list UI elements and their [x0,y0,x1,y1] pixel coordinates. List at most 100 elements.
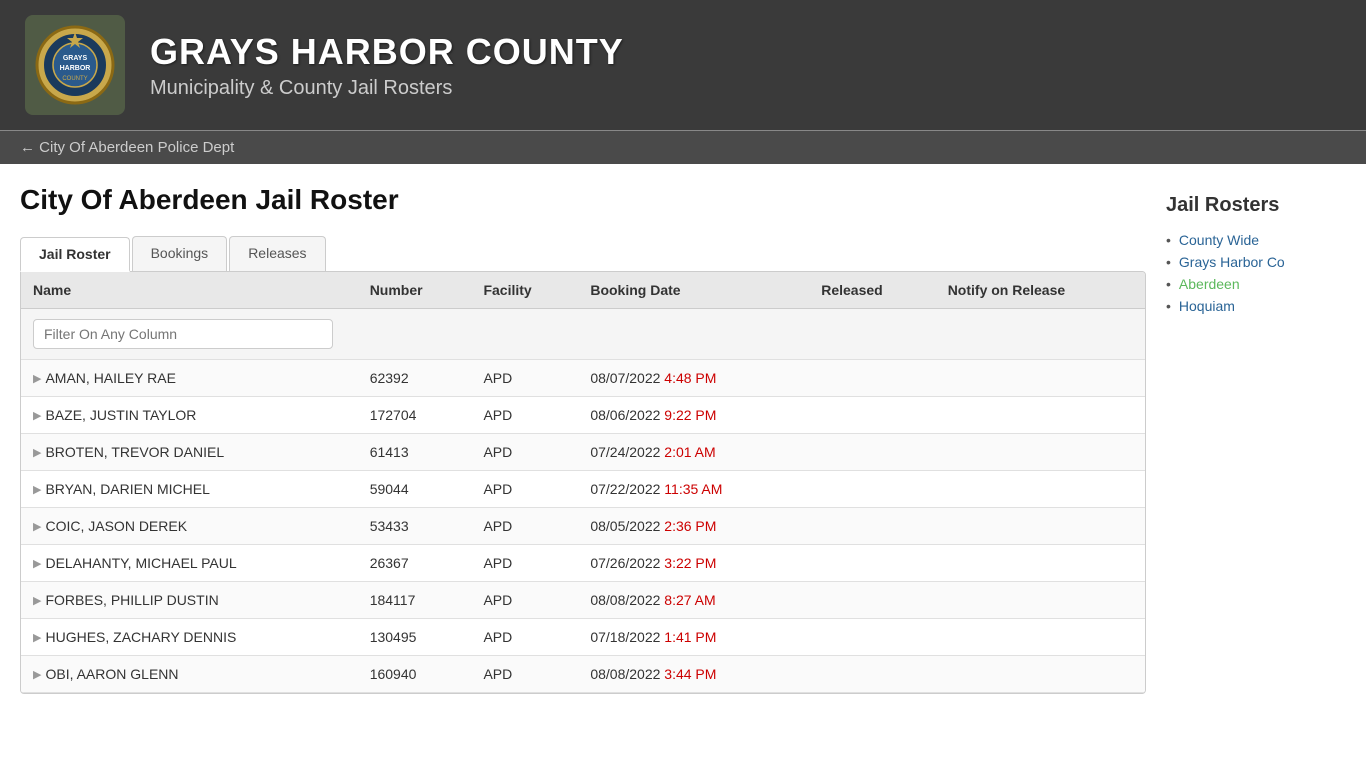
cell-number: 59044 [358,471,472,508]
cell-facility: APD [471,582,578,619]
sidebar-link-hoquiam[interactable]: Hoquiam [1179,298,1235,314]
cell-released [809,619,935,656]
sidebar-item: Aberdeen [1166,273,1346,295]
cell-facility: APD [471,471,578,508]
row-expand-icon[interactable]: ▶ [33,668,41,681]
svg-text:GRAYS: GRAYS [63,55,88,62]
inmate-name: HUGHES, ZACHARY DENNIS [45,629,236,645]
sidebar-link-grays-harbor-co[interactable]: Grays Harbor Co [1179,254,1285,270]
row-expand-icon[interactable]: ▶ [33,483,41,496]
row-expand-icon[interactable]: ▶ [33,446,41,459]
cell-name: ▶ FORBES, PHILLIP DUSTIN [21,582,358,619]
back-link[interactable]: ← City Of Aberdeen Police Dept [20,139,234,156]
site-subtitle: Municipality & County Jail Rosters [150,77,624,100]
cell-name: ▶ BAZE, JUSTIN TAYLOR [21,397,358,434]
cell-facility: APD [471,397,578,434]
cell-number: 26367 [358,545,472,582]
tab-releases[interactable]: Releases [229,236,325,271]
cell-facility: APD [471,508,578,545]
col-header-facility: Facility [471,272,578,309]
cell-booking-date: 08/05/2022 2:36 PM [578,508,809,545]
cell-facility: APD [471,619,578,656]
cell-name: ▶ HUGHES, ZACHARY DENNIS [21,619,358,656]
roster-table: NameNumberFacilityBooking DateReleasedNo… [21,272,1145,693]
cell-notify [936,360,1145,397]
cell-number: 130495 [358,619,472,656]
cell-notify [936,397,1145,434]
col-header-name: Name [21,272,358,309]
tab-jail-roster[interactable]: Jail Roster [20,237,130,272]
site-title: GRAYS HARBOR COUNTY [150,31,624,73]
cell-number: 61413 [358,434,472,471]
table-row[interactable]: ▶BROTEN, TREVOR DANIEL61413APD07/24/2022… [21,434,1145,471]
cell-name: ▶BROTEN, TREVOR DANIEL [21,434,358,471]
row-expand-icon[interactable]: ▶ [33,372,41,385]
cell-name: ▶ COIC, JASON DEREK [21,508,358,545]
row-expand-icon[interactable]: ▶ [33,594,41,607]
cell-name: ▶ BRYAN, DARIEN MICHEL [21,471,358,508]
cell-booking-date: 08/08/2022 3:44 PM [578,656,809,693]
inmate-name: DELAHANTY, MICHAEL PAUL [45,555,236,571]
sidebar-item: Hoquiam [1166,295,1346,317]
sidebar-item: Grays Harbor Co [1166,251,1346,273]
inmate-name: FORBES, PHILLIP DUSTIN [45,592,218,608]
roster-table-wrapper: NameNumberFacilityBooking DateReleasedNo… [20,271,1146,694]
cell-booking-date: 08/08/2022 8:27 AM [578,582,809,619]
tab-bookings[interactable]: Bookings [132,236,228,271]
col-header-number: Number [358,272,472,309]
sidebar: Jail Rosters County Wide Grays Harbor Co A… [1166,184,1346,694]
filter-row [21,309,1145,360]
cell-booking-date: 07/24/2022 2:01 AM [578,434,809,471]
main-container: City Of Aberdeen Jail Roster Jail Roster… [0,164,1366,714]
filter-input[interactable] [33,319,333,349]
cell-facility: APD [471,545,578,582]
cell-number: 62392 [358,360,472,397]
cell-booking-date: 07/18/2022 1:41 PM [578,619,809,656]
cell-number: 160940 [358,656,472,693]
cell-notify [936,471,1145,508]
cell-notify [936,508,1145,545]
table-row[interactable]: ▶ BAZE, JUSTIN TAYLOR 172704APD08/06/2022 … [21,397,1145,434]
cell-booking-date: 08/06/2022 9:22 PM [578,397,809,434]
inmate-name: BAZE, JUSTIN TAYLOR [45,407,196,423]
cell-notify [936,619,1145,656]
svg-text:HARBOR: HARBOR [60,65,91,72]
cell-facility: APD [471,434,578,471]
table-row[interactable]: ▶OBI, AARON GLENN160940APD08/08/2022 3:4… [21,656,1145,693]
cell-name: ▶OBI, AARON GLENN [21,656,358,693]
site-header: GRAYS HARBOR COUNTY GRAYS HARBOR COUNTY … [0,0,1366,130]
cell-notify [936,582,1145,619]
inmate-name: COIC, JASON DEREK [45,518,187,534]
col-header-notify-on-release: Notify on Release [936,272,1145,309]
row-expand-icon[interactable]: ▶ [33,557,41,570]
table-row[interactable]: ▶AMAN, HAILEY RAE62392APD08/07/2022 4:48… [21,360,1145,397]
cell-facility: APD [471,656,578,693]
tabs-container: Jail RosterBookingsReleases [20,236,1146,271]
sidebar-list: County Wide Grays Harbor Co Aberdeen Hoquia… [1166,229,1346,317]
cell-released [809,508,935,545]
header-text: GRAYS HARBOR COUNTY Municipality & Count… [150,31,624,100]
row-expand-icon[interactable]: ▶ [33,520,41,533]
cell-number: 172704 [358,397,472,434]
inmate-name: BRYAN, DARIEN MICHEL [45,481,209,497]
table-row[interactable]: ▶DELAHANTY, MICHAEL PAUL26367APD07/26/20… [21,545,1145,582]
table-row[interactable]: ▶ HUGHES, ZACHARY DENNIS 130495APD07/18/20… [21,619,1145,656]
sidebar-item: County Wide [1166,229,1346,251]
col-header-booking-date: Booking Date [578,272,809,309]
sidebar-link-county-wide[interactable]: County Wide [1179,232,1259,248]
cell-notify [936,656,1145,693]
cell-number: 53433 [358,508,472,545]
row-expand-icon[interactable]: ▶ [33,409,41,422]
table-row[interactable]: ▶BRYAN, DARIEN MICHEL59044APD07/22/2022 … [21,471,1145,508]
table-row[interactable]: ▶ COIC, JASON DEREK 53433APD08/05/2022 2:3… [21,508,1145,545]
content-area: City Of Aberdeen Jail Roster Jail Roster… [20,184,1166,694]
sidebar-link-aberdeen[interactable]: Aberdeen [1179,276,1240,292]
row-expand-icon[interactable]: ▶ [33,631,41,644]
table-row[interactable]: ▶ FORBES, PHILLIP DUSTIN 184117APD08/08/20… [21,582,1145,619]
cell-released [809,582,935,619]
cell-number: 184117 [358,582,472,619]
inmate-name: AMAN, HAILEY RAE [45,370,175,386]
cell-released [809,656,935,693]
cell-released [809,434,935,471]
sidebar-title: Jail Rosters [1166,194,1346,217]
